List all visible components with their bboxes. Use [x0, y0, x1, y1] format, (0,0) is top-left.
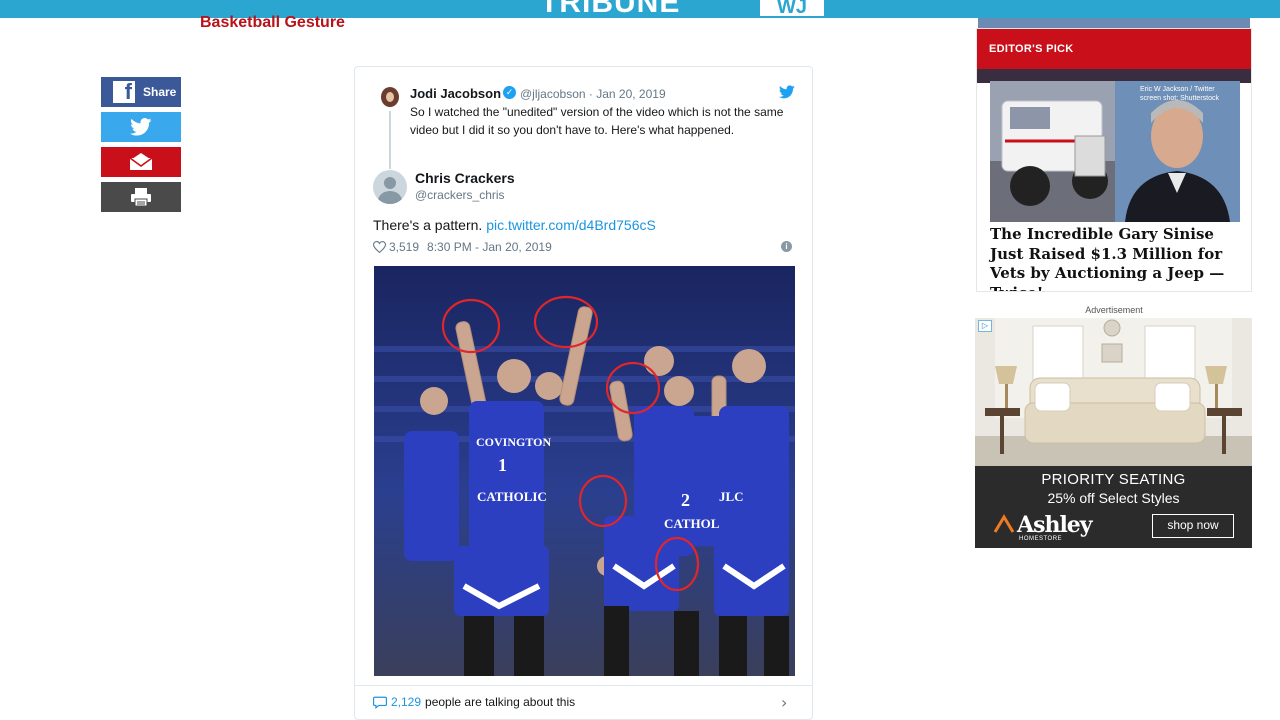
embedded-tweet: Jodi Jacobson ✓ @jljacobson · Jan 20, 20…: [354, 66, 813, 720]
jersey-number: 1: [498, 455, 507, 475]
like-button[interactable]: 3,519: [373, 240, 419, 254]
tweet-meta: 3,519 8:30 PM - Jan 20, 2019: [373, 240, 552, 254]
ashley-logo: Ashley HOMESTORE: [1017, 512, 1093, 542]
site-logo-badge[interactable]: WJ: [760, 0, 824, 18]
twitter-bird-icon[interactable]: [779, 85, 795, 99]
tweet-media-link[interactable]: pic.twitter.com/d4Brd756cS: [486, 217, 656, 233]
brand-sub: HOMESTORE: [1019, 536, 1063, 542]
thread-line: [389, 111, 391, 169]
speech-bubble-icon: [373, 696, 387, 709]
jersey-text: COVINGTON: [476, 435, 551, 449]
basketball-team-photo: COVINGTON 1 CATHOLIC 2 CATHOL JLC: [374, 266, 795, 676]
article-headline: Basketball Gesture: [200, 14, 345, 31]
heart-icon: [373, 241, 386, 253]
facebook-share-label: Share: [143, 85, 177, 99]
brand-name: Ashley: [1017, 512, 1093, 538]
twitter-share-button[interactable]: [101, 112, 181, 142]
envelope-icon: [129, 153, 153, 170]
quoted-author-name[interactable]: Chris Crackers: [415, 170, 515, 186]
jersey-text: JLC: [719, 489, 744, 504]
rail-image-top: [978, 18, 1250, 28]
quoted-author-handle[interactable]: @crackers_chris: [415, 188, 505, 202]
chevron-right-icon[interactable]: ›: [781, 693, 787, 712]
conversation-link[interactable]: 2,129 people are talking about this: [373, 695, 575, 709]
tweet-date[interactable]: Jan 20, 2019: [596, 87, 665, 101]
ashley-logo-icon: [993, 514, 1015, 533]
tweet-timestamp[interactable]: 8:30 PM - Jan 20, 2019: [427, 240, 552, 254]
jersey-number: 2: [681, 490, 690, 510]
advertisement-label: Advertisement: [1085, 305, 1143, 315]
editors-pick-title[interactable]: The Incredible Gary Sinise Just Raised $…: [990, 225, 1245, 291]
like-count: 3,519: [389, 240, 420, 254]
ad-subtitle: 25% off Select Styles: [1047, 490, 1180, 506]
tweet-author-handle[interactable]: @jljacobson · Jan 20, 2019: [520, 87, 666, 101]
ad-living-room-image: ▷: [975, 318, 1252, 466]
tweet-footer-divider: [355, 685, 812, 686]
site-header: TRIBUNE WJ: [0, 0, 1280, 18]
editors-pick-card[interactable]: EDITOR'S PICK Eric W Jackson / Twitter s…: [976, 28, 1252, 292]
info-icon[interactable]: i: [781, 241, 792, 252]
facebook-icon: f: [113, 81, 135, 103]
editors-pick-image[interactable]: Eric W Jackson / Twitter screen shot; Sh…: [990, 81, 1240, 222]
adchoices-icon[interactable]: ▷: [978, 320, 992, 332]
ashley-ad[interactable]: ▷ PRIORITY SEATING 25% off Select Styles…: [975, 318, 1252, 548]
tweet-author-name[interactable]: Jodi Jacobson: [410, 86, 501, 101]
print-button[interactable]: [101, 182, 181, 212]
facebook-share-button[interactable]: f Share: [101, 77, 181, 107]
jersey-text: CATHOL: [664, 516, 720, 531]
tweet-photo[interactable]: COVINGTON 1 CATHOLIC 2 CATHOL JLC: [374, 266, 795, 676]
jersey-text: CATHOLIC: [477, 489, 547, 504]
quoted-tweet-text: There's a pattern. pic.twitter.com/d4Brd…: [373, 217, 656, 233]
author-avatar[interactable]: [381, 87, 399, 107]
conversation-count: 2,129: [391, 695, 422, 709]
verified-badge-icon: ✓: [503, 86, 516, 99]
shop-now-button[interactable]: shop now: [1152, 514, 1234, 538]
photo-credit: Eric W Jackson / Twitter screen shot; Sh…: [1140, 86, 1219, 102]
quoted-author-avatar[interactable]: [373, 170, 407, 204]
quoted-text: There's a pattern.: [373, 217, 487, 233]
editors-pick-label: EDITOR'S PICK: [977, 29, 1251, 69]
conversation-text: people are talking about this: [425, 695, 576, 709]
handle-text: @jljacobson: [520, 87, 586, 101]
twitter-icon: [130, 118, 152, 136]
email-share-button[interactable]: [101, 147, 181, 177]
tweet-text: So I watched the "unedited" version of t…: [410, 105, 784, 137]
ad-title: PRIORITY SEATING: [1041, 471, 1186, 488]
site-logo[interactable]: TRIBUNE: [540, 0, 680, 18]
printer-icon: [131, 188, 151, 207]
